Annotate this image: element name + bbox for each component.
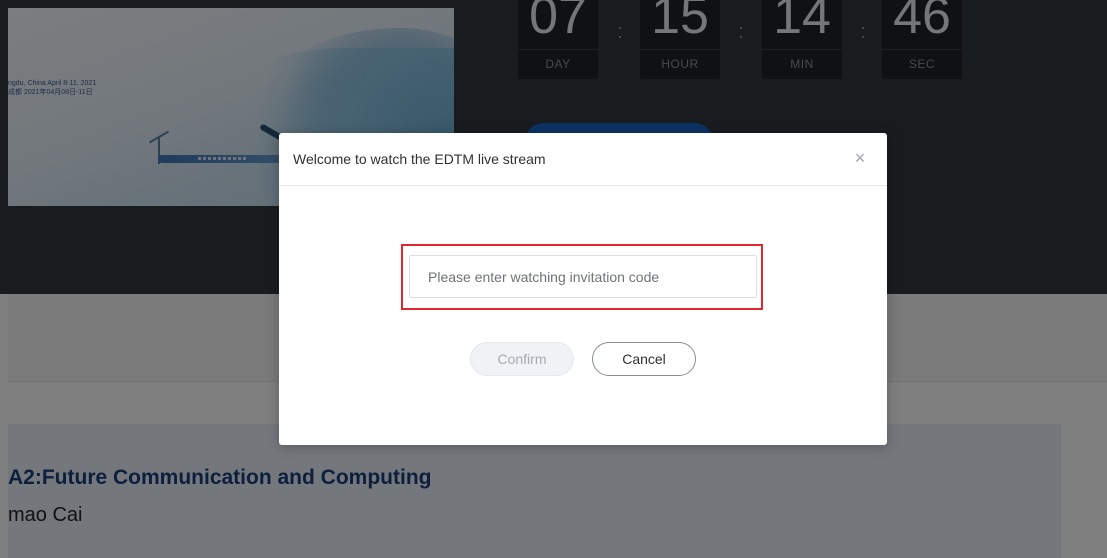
invitation-code-dialog: Welcome to watch the EDTM live stream × … bbox=[279, 133, 887, 445]
dialog-title: Welcome to watch the EDTM live stream bbox=[293, 151, 546, 167]
cancel-button[interactable]: Cancel bbox=[592, 342, 696, 376]
dialog-header: Welcome to watch the EDTM live stream × bbox=[279, 133, 887, 186]
invitation-code-input[interactable] bbox=[409, 255, 757, 298]
close-icon[interactable]: × bbox=[850, 148, 870, 168]
confirm-button[interactable]: Confirm bbox=[470, 342, 574, 376]
